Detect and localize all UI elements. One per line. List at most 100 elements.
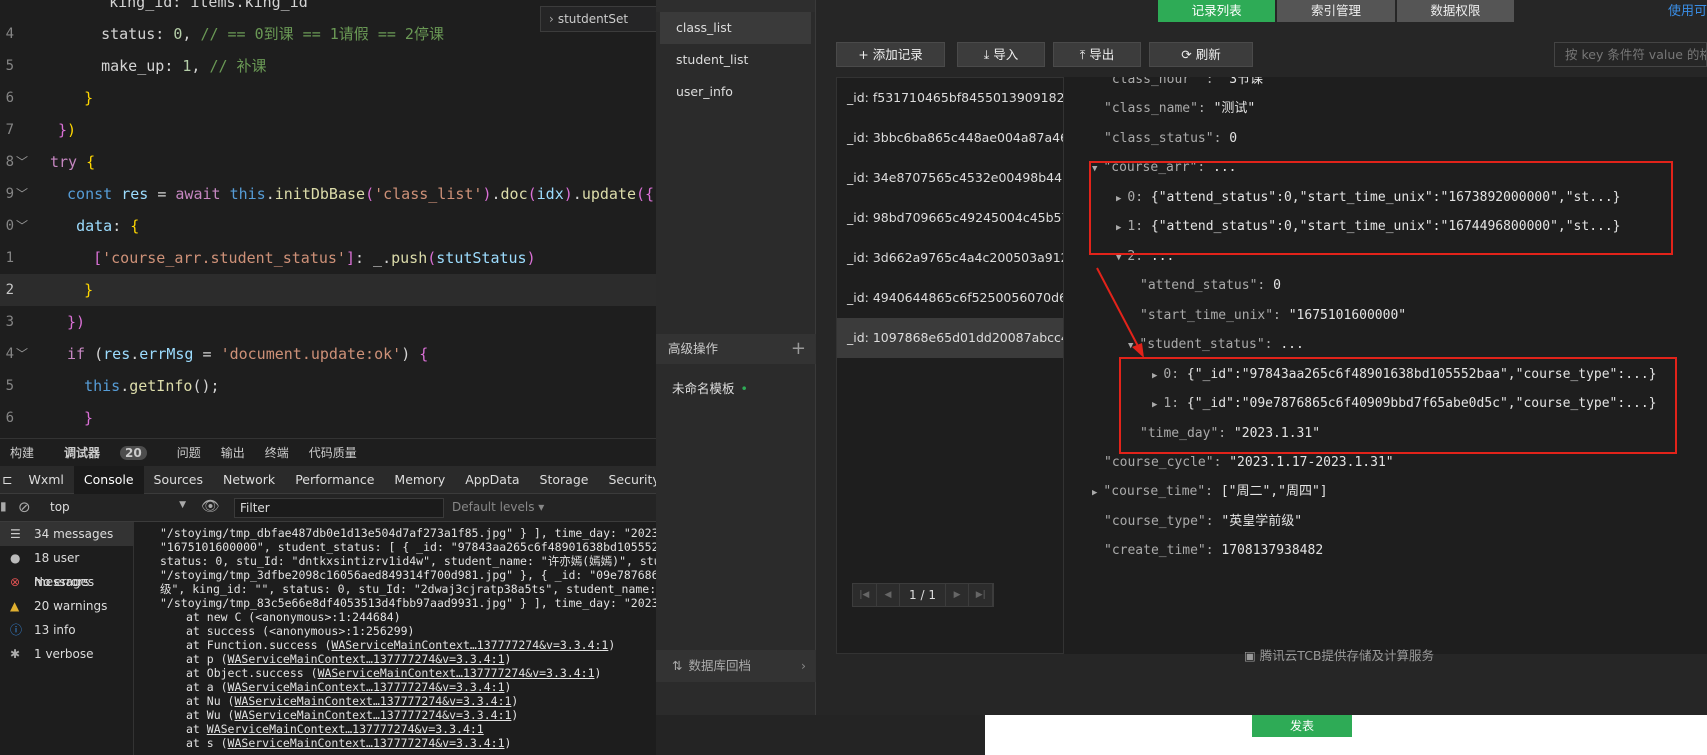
detail-field[interactable]: ▼ "course_arr": ... [1092,153,1236,183]
code-line[interactable]: 8 ﹀ try { [0,146,660,178]
collection-item[interactable]: student_list [660,44,811,76]
tab-terminal[interactable]: 终端 [265,444,289,461]
source-link[interactable]: WAServiceMainContext…137777274&v=3.3.4:1 [234,708,511,722]
next-page-icon[interactable]: ▶ [946,584,970,606]
source-link[interactable]: WAServiceMainContext…137777274&v=3.3.4:1 [234,694,511,708]
help-link[interactable]: 使用可 [1668,0,1707,19]
detail-field[interactable]: "class_status": 0 [1104,124,1237,154]
devtools-tab-appdata[interactable]: AppData [455,466,529,494]
collapse-icon[interactable]: ▼ [1128,341,1133,351]
record-row[interactable]: _id: f531710465bf84550139091828... [837,78,1063,118]
code-line[interactable]: 5 this.getInfo(); [0,370,660,402]
fold-icon[interactable]: ﹀ [16,178,30,210]
record-row[interactable]: _id: 1097868e65d01dd20087abcc4... [837,318,1063,358]
fold-icon[interactable]: ﹀ [16,210,30,242]
detail-field[interactable]: ▶ 0: {"_id":"97843aa265c6f48901638bd10555… [1152,360,1657,390]
add-record-button[interactable]: + 添加记录 [836,42,945,67]
refresh-button[interactable]: ⟳ 刷新 [1149,42,1253,67]
code-line[interactable]: 5 make_up: 1, // 补课 [0,50,660,82]
expand-icon[interactable]: ▶ [1116,223,1121,233]
expand-icon[interactable]: ▶ [1152,400,1157,410]
source-link[interactable]: WAServiceMainContext…137777274&v=3.3.4:1 [228,680,505,694]
context-select[interactable]: top ▼ [50,500,186,518]
detail-field[interactable]: "start_time_unix": "1675101600000" [1140,301,1406,331]
detail-field[interactable]: ▶ "course_time": ["周二","周四"] [1092,477,1328,507]
devtools-tab-wxml[interactable]: Wxml [18,466,73,494]
console-filter-item[interactable]: ▲ 20 warnings [0,594,133,618]
collapse-icon[interactable]: ▼ [1116,253,1121,263]
console-filter-item[interactable]: ⓘ 13 info [0,618,133,642]
filter-input[interactable]: Filter [234,498,444,518]
detail-field[interactable]: "create_time": 1708137938482 [1104,536,1323,566]
detail-field[interactable]: ▼ 2: ... [1116,242,1174,272]
devtools-tab-memory[interactable]: Memory [384,466,455,494]
devtools-tab-console[interactable]: Console [73,465,144,494]
inspect-icon[interactable]: ⊏ [0,466,18,494]
detail-field[interactable]: "class_name": "测试" [1104,94,1255,124]
code-line[interactable]: 1 ['course_arr.student_status']: _.push(… [0,242,660,274]
detail-field[interactable]: ▶ 0: {"attend_status":0,"start_time_unix"… [1116,183,1621,213]
console-filter-item[interactable]: ⊗ No errors [0,570,133,594]
import-button[interactable]: ⤓ 导入 [957,42,1045,67]
devtools-tab-sources[interactable]: Sources [144,466,213,494]
record-row[interactable]: _id: 34e8707565c4532e00498b443... [837,158,1063,198]
devtools-tab-storage[interactable]: Storage [530,466,599,494]
code-editor[interactable]: king_id: items.king_id 4 status: 0, // ==… [0,0,660,438]
console-log[interactable]: "/stoyimg/tmp_dbfae487db0e1d13e504d7af27… [134,522,660,755]
detail-field[interactable]: "time_day": "2023.1.31" [1140,419,1320,449]
db-tab[interactable]: 数据权限 [1396,0,1514,22]
record-row[interactable]: _id: 98bd709665c49245004c45b57... [837,198,1063,238]
query-input[interactable]: 按 key 条件符 value 的格 [1554,42,1707,67]
publish-button[interactable]: 发表 [1252,715,1352,737]
source-link[interactable]: WAServiceMainContext…137777274&v=3.3.4:1 [331,638,608,652]
breadcrumb[interactable]: › stutdentSet [540,6,660,32]
expand-icon[interactable]: ▶ [1152,371,1157,381]
console-filter-item[interactable]: ☰ 34 messages [0,522,133,546]
db-tab[interactable]: 索引管理 [1277,0,1395,22]
export-button[interactable]: ⤒ 导出 [1053,42,1141,67]
tab-build[interactable]: 构建 [10,444,34,461]
record-row[interactable]: _id: 3d662a9765c4a4c200503a912... [837,238,1063,278]
detail-field[interactable]: "class_hour" : "3节课" [1104,77,1271,95]
expand-icon[interactable]: ▶ [1116,194,1121,204]
collection-item[interactable]: class_list [660,12,811,44]
detail-field[interactable]: ▶ 1: {"attend_status":0,"start_time_unix"… [1116,212,1621,242]
levels-dropdown[interactable]: Default levels ▾ [452,500,544,514]
record-row[interactable]: _id: 3bbc6ba865c448ae004a87a46... [837,118,1063,158]
template-item[interactable]: 未命名模板 • [672,378,748,397]
plus-icon[interactable]: + [791,334,806,364]
record-detail[interactable]: "class_hour" : "3节课" "class_name": "测试" "c… [1064,77,1707,654]
detail-field[interactable]: "course_cycle": "2023.1.17-2023.1.31" [1104,448,1394,478]
tab-problems[interactable]: 问题 [177,444,201,461]
record-row[interactable]: _id: 4940644865c6f5250056070d6... [837,278,1063,318]
clear-console-icon[interactable]: ⊘ [18,498,31,516]
fold-icon[interactable]: ﹀ [16,338,30,370]
detail-field[interactable]: ▶ 1: {"_id":"09e7876865c6f40909bbd7f65abe… [1152,389,1657,419]
code-line[interactable]: 7}) [0,114,660,146]
eye-icon[interactable]: 👁 [201,497,220,515]
code-line[interactable]: 6 } [0,82,660,114]
sidebar-toggle-icon[interactable]: ▮ [0,499,7,513]
tab-output[interactable]: 输出 [221,444,245,461]
code-line[interactable]: 3 }) [0,306,660,338]
tab-debugger[interactable]: 调试器 20 [54,444,157,461]
prev-page-icon[interactable]: ◀ [877,584,901,606]
console-filter-item[interactable]: ✱ 1 verbose [0,642,133,666]
first-page-icon[interactable]: |◀ [853,584,877,606]
last-page-icon[interactable]: ▶| [969,584,994,606]
console-filter-item[interactable]: ● 18 user messages [0,546,133,589]
code-line[interactable]: 4 ﹀ if (res.errMsg = 'document.update:ok'… [0,338,660,370]
detail-field[interactable]: "course_type": "英皇学前级" [1104,507,1302,537]
detail-field[interactable]: "attend_status": 0 [1140,271,1281,301]
source-link[interactable]: WAServiceMainContext…137777274&v=3.3.4:1 [228,736,505,750]
db-rollback-button[interactable]: ⇅ 数据库回档 › [656,650,816,682]
fold-icon[interactable]: ﹀ [16,146,30,178]
code-line[interactable]: 9 ﹀ const res = await this.initDbBase('cl… [0,178,660,210]
devtools-tab-network[interactable]: Network [213,466,285,494]
source-link[interactable]: WAServiceMainContext…137777274&v=3.3.4:1 [228,652,505,666]
code-line[interactable]: 2 } [0,274,660,306]
db-tab[interactable]: 记录列表 [1158,0,1276,22]
expand-icon[interactable]: ▶ [1092,488,1097,498]
source-link[interactable]: WAServiceMainContext…137777274&v=3.3.4:1 [318,666,595,680]
collection-item[interactable]: user_info [660,76,811,108]
